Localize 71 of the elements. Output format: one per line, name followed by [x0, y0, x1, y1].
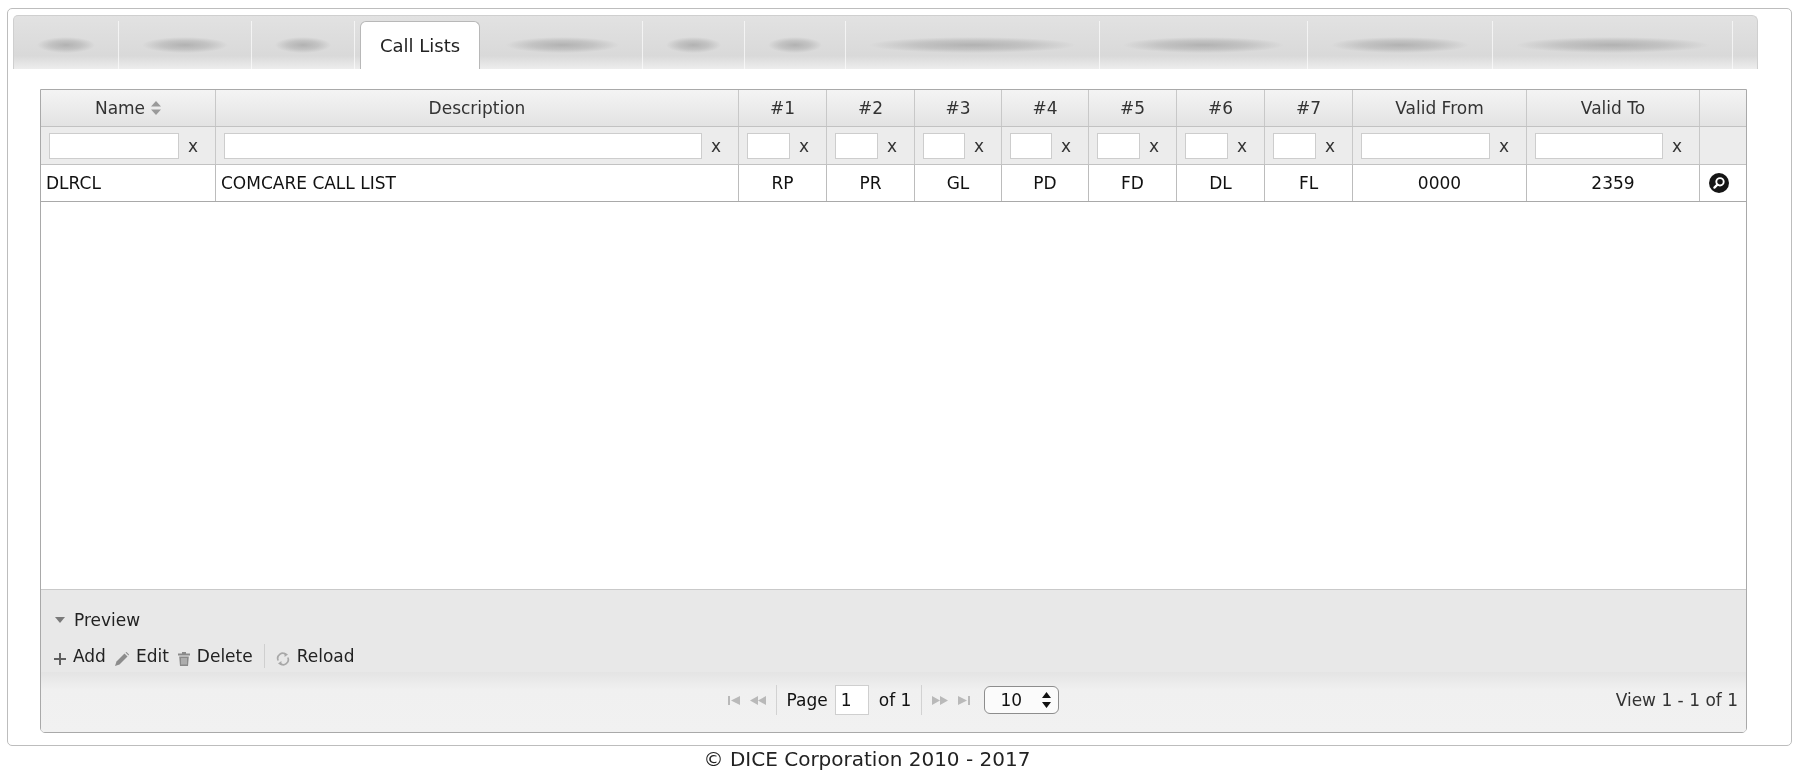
clear-filter-button[interactable]: x — [1144, 135, 1164, 156]
filter-field[interactable] — [1097, 132, 1140, 159]
column-header: #4 — [1032, 98, 1058, 118]
pencil-icon — [114, 651, 129, 666]
column-header: #7 — [1295, 98, 1322, 118]
table-cell: COMCARE CALL LIST — [221, 173, 396, 193]
column-header: #5 — [1119, 98, 1146, 118]
clear-filter-button[interactable]: x — [706, 135, 726, 156]
filter-field[interactable] — [1535, 132, 1663, 159]
fast-forward-icon — [932, 695, 949, 705]
column-header: #3 — [945, 98, 971, 118]
column-header: #6 — [1207, 98, 1234, 118]
filter-field[interactable] — [747, 132, 790, 159]
up-down-arrows-icon — [1042, 692, 1052, 708]
reload-button[interactable]: Reload — [275, 646, 355, 666]
clear-filter-button[interactable]: x — [1056, 135, 1076, 156]
refresh-icon — [275, 651, 290, 666]
edit-button[interactable]: Edit — [114, 646, 169, 666]
table-cell: GL — [946, 173, 970, 193]
clear-filter-button[interactable]: x — [183, 135, 203, 156]
filter-field[interactable] — [1273, 132, 1316, 159]
table-cell: FD — [1121, 173, 1144, 193]
column-header: Description — [428, 98, 526, 118]
search-icon[interactable] — [1709, 173, 1729, 193]
filter-field[interactable] — [835, 132, 878, 159]
column-header[interactable]: Name — [94, 98, 146, 118]
record-count: View 1 - 1 of 1 — [1615, 690, 1738, 710]
tab[interactable]: Call Lists — [360, 21, 481, 69]
clear-filter-button[interactable]: x — [1232, 135, 1252, 156]
first-page-button[interactable] — [727, 695, 740, 705]
clear-filter-button[interactable]: x — [794, 135, 814, 156]
page-size-select[interactable]: 10 — [984, 686, 1060, 714]
filter-field[interactable] — [1185, 132, 1228, 159]
rewind-icon — [749, 695, 766, 705]
filter-field[interactable] — [923, 132, 965, 159]
table-cell: DLRCL — [46, 173, 101, 193]
next-page-button[interactable] — [932, 695, 949, 705]
skip-start-icon — [727, 695, 740, 705]
filter-field[interactable] — [1361, 132, 1490, 159]
filter-field[interactable] — [1010, 132, 1052, 159]
add-button[interactable]: Add — [54, 646, 106, 666]
table-cell: FL — [1298, 173, 1319, 193]
page-count: of 1 — [878, 690, 912, 710]
page-label: Page — [786, 690, 828, 710]
column-header: #1 — [769, 98, 796, 118]
table-cell: 2359 — [1591, 173, 1635, 193]
table-cell: 0000 — [1417, 173, 1462, 193]
delete-button[interactable]: Delete — [177, 646, 253, 666]
filter-field[interactable] — [224, 132, 702, 159]
clear-filter-button[interactable]: x — [1494, 135, 1514, 156]
filter-field[interactable] — [49, 132, 179, 159]
trash-icon — [177, 651, 190, 666]
column-header: Valid To — [1580, 98, 1646, 118]
clear-filter-button[interactable]: x — [1320, 135, 1340, 156]
skip-end-icon — [958, 695, 971, 705]
copyright-text: © DICE Corporation 2010 - 2017 — [702, 748, 1032, 770]
clear-filter-button[interactable]: x — [1667, 135, 1687, 156]
column-header: Valid From — [1395, 98, 1484, 118]
clear-filter-button[interactable]: x — [882, 135, 902, 156]
column-header: #2 — [857, 98, 884, 118]
previous-page-button[interactable] — [749, 695, 766, 705]
preview-toggle[interactable]: Preview — [55, 606, 141, 634]
table-cell: PD — [1033, 173, 1057, 193]
sort-icon[interactable] — [151, 101, 162, 115]
plus-icon — [54, 652, 66, 665]
table-cell: PR — [859, 173, 882, 193]
last-page-button[interactable] — [958, 695, 971, 705]
table-cell: RP — [771, 173, 794, 193]
clear-filter-button[interactable]: x — [969, 135, 989, 156]
page-input[interactable]: 1 — [834, 685, 869, 715]
table-cell: DL — [1209, 173, 1232, 193]
